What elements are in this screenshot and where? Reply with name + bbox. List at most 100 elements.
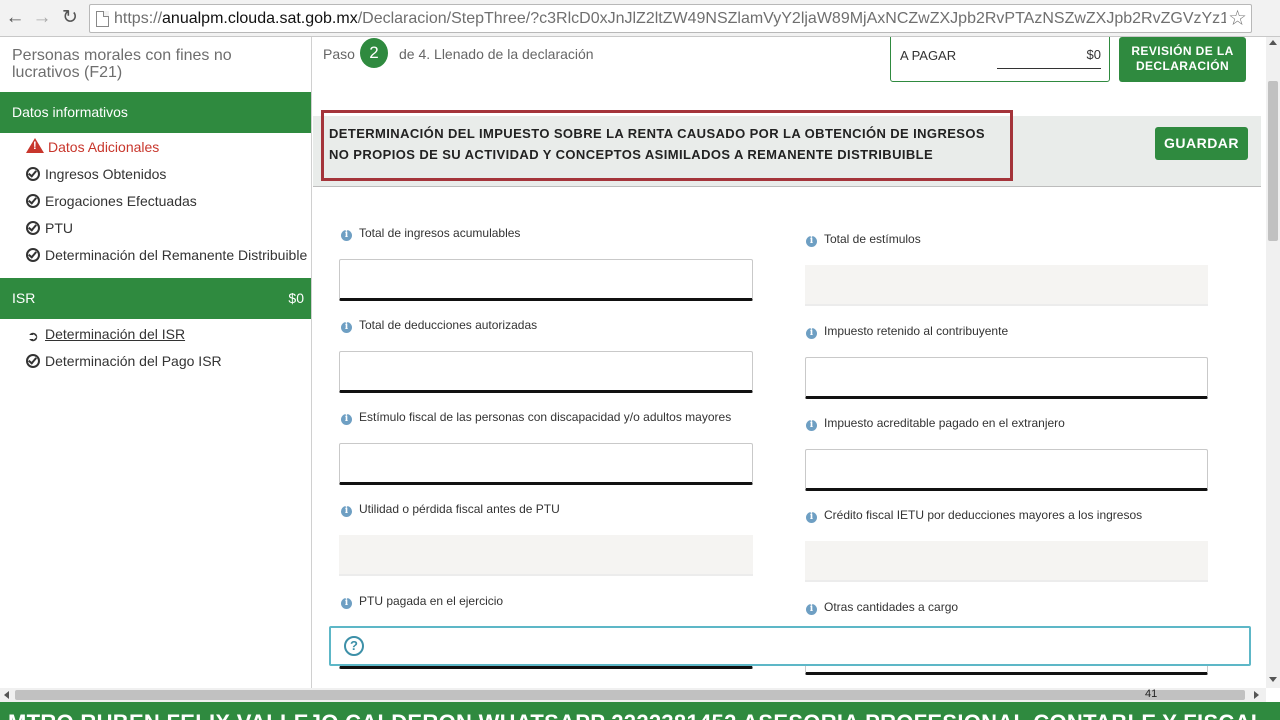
field-label-text: PTU pagada en el ejercicio <box>359 594 504 608</box>
sidebar-item-label: Ingresos Obtenidos <box>45 166 167 182</box>
vertical-scrollbar[interactable] <box>1266 37 1280 688</box>
field-label-text: Impuesto retenido al contribuyente <box>824 324 1009 338</box>
sidebar-item-erogaciones-efectuadas[interactable]: Erogaciones Efectuadas <box>26 191 197 211</box>
pay-amount: $0 <box>997 44 1101 69</box>
field-label-text: Total de estímulos <box>824 232 921 246</box>
info-icon[interactable]: i <box>341 506 352 517</box>
url-prefix: https:// <box>114 10 163 27</box>
page-icon <box>96 11 109 27</box>
check-circle-icon <box>26 248 40 262</box>
url-path: /Declaracion/StepThree/?c3RlcD0xJnJlZ2lt… <box>357 10 1226 27</box>
warning-icon <box>26 138 44 153</box>
credito-ietu-field <box>805 541 1208 582</box>
check-circle-icon <box>26 221 40 235</box>
forward-arrow-icon[interactable]: → <box>31 6 53 30</box>
main-content: Paso 2 de 4. Llenado de la declaración A… <box>313 37 1266 688</box>
field-label-utilidad-perdida: i Utilidad o pérdida fiscal antes de PTU <box>341 502 560 517</box>
section-heading: DETERMINACIÓN DEL IMPUESTO SOBRE LA RENT… <box>329 126 985 162</box>
sidebar-item-determinacion-pago-isr[interactable]: Determinación del Pago ISR <box>26 351 222 371</box>
slide-number: 41 <box>1145 688 1158 700</box>
field-label-impuesto-extranjero: i Impuesto acreditable pagado en el extra… <box>806 416 1065 431</box>
save-button[interactable]: GUARDAR <box>1155 127 1248 160</box>
star-icon[interactable]: ☆ <box>1228 6 1247 31</box>
info-icon[interactable]: i <box>341 322 352 333</box>
info-icon[interactable]: i <box>806 328 817 339</box>
info-icon[interactable]: i <box>341 598 352 609</box>
impuesto-extranjero-input[interactable] <box>805 449 1208 491</box>
info-icon[interactable]: i <box>806 604 817 615</box>
help-bar[interactable]: ? <box>329 626 1251 666</box>
ingresos-acumulables-input[interactable] <box>339 259 753 301</box>
section-label: ISR <box>12 290 36 306</box>
sidebar-item-datos-adicionales[interactable]: Datos Adicionales <box>26 137 159 157</box>
sidebar-item-remanente-distribuible[interactable]: Determinación del Remanente Distribuible <box>26 245 307 265</box>
step-number-badge: 2 <box>360 38 388 68</box>
step-prefix: Paso <box>323 46 355 62</box>
section-amount: $0 <box>288 290 304 306</box>
utilidad-perdida-field <box>339 535 753 576</box>
info-icon[interactable]: i <box>341 230 352 241</box>
field-label-text: Impuesto acreditable pagado en el extran… <box>824 416 1065 430</box>
sidebar-item-label: PTU <box>45 220 73 236</box>
pay-label: A PAGAR <box>900 48 957 63</box>
sidebar-item-ptu[interactable]: PTU <box>26 218 73 238</box>
sidebar-item-label: Datos Adicionales <box>48 139 160 155</box>
field-label-text: Total de ingresos acumulables <box>359 226 521 240</box>
sidebar-item-ingresos-obtenidos[interactable]: Ingresos Obtenidos <box>26 164 166 184</box>
sidebar-item-label: Determinación del Pago ISR <box>45 353 222 369</box>
info-icon[interactable]: i <box>806 512 817 523</box>
field-label-ingresos-acumulables: i Total de ingresos acumulables <box>341 226 520 241</box>
impuesto-retenido-input[interactable] <box>805 357 1208 399</box>
sidebar-item-label: Erogaciones Efectuadas <box>45 193 197 209</box>
horizontal-scrollbar[interactable]: 41 <box>0 688 1266 702</box>
pay-summary: A PAGAR $0 <box>890 37 1110 82</box>
deducciones-autorizadas-input[interactable] <box>339 351 753 393</box>
info-icon[interactable]: i <box>341 414 352 425</box>
scroll-down-icon[interactable] <box>1269 677 1277 682</box>
step-text: de 4. Llenado de la declaración <box>399 46 594 62</box>
sidebar-item-determinacion-isr[interactable]: ➲ Determinación del ISR <box>26 324 185 344</box>
reload-icon[interactable]: ↻ <box>59 6 81 30</box>
scroll-up-icon[interactable] <box>1269 40 1277 45</box>
section-heading-box: DETERMINACIÓN DEL IMPUESTO SOBRE LA RENT… <box>321 110 1013 181</box>
info-icon[interactable]: i <box>806 236 817 247</box>
browser-toolbar: ← → ↻ https://anualpm.clouda.sat.gob.mx/… <box>0 0 1280 37</box>
arrow-right-icon: ➲ <box>27 328 39 344</box>
estimulo-discapacidad-input[interactable] <box>339 443 753 485</box>
field-label-impuesto-retenido: i Impuesto retenido al contribuyente <box>806 324 1008 339</box>
info-icon[interactable]: i <box>806 420 817 431</box>
url-text[interactable]: https://anualpm.clouda.sat.gob.mx/Declar… <box>114 10 1226 28</box>
url-host: anualpm.clouda.sat.gob.mx <box>162 10 358 27</box>
footer-banner-text: MTRO RUBEN FELIX VALLEJO CALDERON WHATSA… <box>8 710 1265 720</box>
scroll-left-icon[interactable] <box>4 691 9 699</box>
vertical-scroll-thumb[interactable] <box>1268 81 1278 241</box>
field-label-credito-ietu: i Crédito fiscal IETU por deducciones may… <box>806 508 1142 523</box>
field-label-otras-cantidades: i Otras cantidades a cargo <box>806 600 958 615</box>
check-circle-icon <box>26 194 40 208</box>
field-label-estimulo-discapacidad: i Estímulo fiscal de las personas con dis… <box>341 410 731 425</box>
field-label-ptu-pagada: i PTU pagada en el ejercicio <box>341 594 503 609</box>
sidebar-section-isr[interactable]: ISR $0 <box>0 278 311 319</box>
help-icon[interactable]: ? <box>344 636 364 656</box>
sidebar-section-datos-informativos[interactable]: Datos informativos <box>0 92 311 133</box>
sidebar-item-label: Determinación del Remanente Distribuible <box>45 247 308 263</box>
section-header: DETERMINACIÓN DEL IMPUESTO SOBRE LA RENT… <box>313 110 1261 187</box>
review-declaration-button[interactable]: REVISIÓN DE LA DECLARACIÓN <box>1119 37 1246 82</box>
total-estimulos-field <box>805 265 1208 306</box>
scroll-right-icon[interactable] <box>1254 691 1259 699</box>
field-label-deducciones-autorizadas: i Total de deducciones autorizadas <box>341 318 537 333</box>
address-bar[interactable]: https://anualpm.clouda.sat.gob.mx/Declar… <box>89 4 1252 33</box>
field-label-total-estimulos: i Total de estímulos <box>806 232 921 247</box>
check-circle-icon <box>26 167 40 181</box>
sidebar-title: Personas morales con fines no lucrativos… <box>12 47 232 81</box>
field-label-text: Estímulo fiscal de las personas con disc… <box>359 410 732 424</box>
field-label-text: Total de deducciones autorizadas <box>359 318 538 332</box>
footer-banner: MTRO RUBEN FELIX VALLEJO CALDERON WHATSA… <box>0 702 1280 720</box>
field-label-text: Crédito fiscal IETU por deducciones mayo… <box>824 508 1143 522</box>
section-label: Datos informativos <box>12 104 128 120</box>
sidebar: Personas morales con fines no lucrativos… <box>0 37 312 688</box>
horizontal-scroll-thumb[interactable] <box>15 690 1245 700</box>
back-arrow-icon[interactable]: ← <box>4 6 26 30</box>
check-circle-icon <box>26 354 40 368</box>
field-label-text: Otras cantidades a cargo <box>824 600 959 614</box>
